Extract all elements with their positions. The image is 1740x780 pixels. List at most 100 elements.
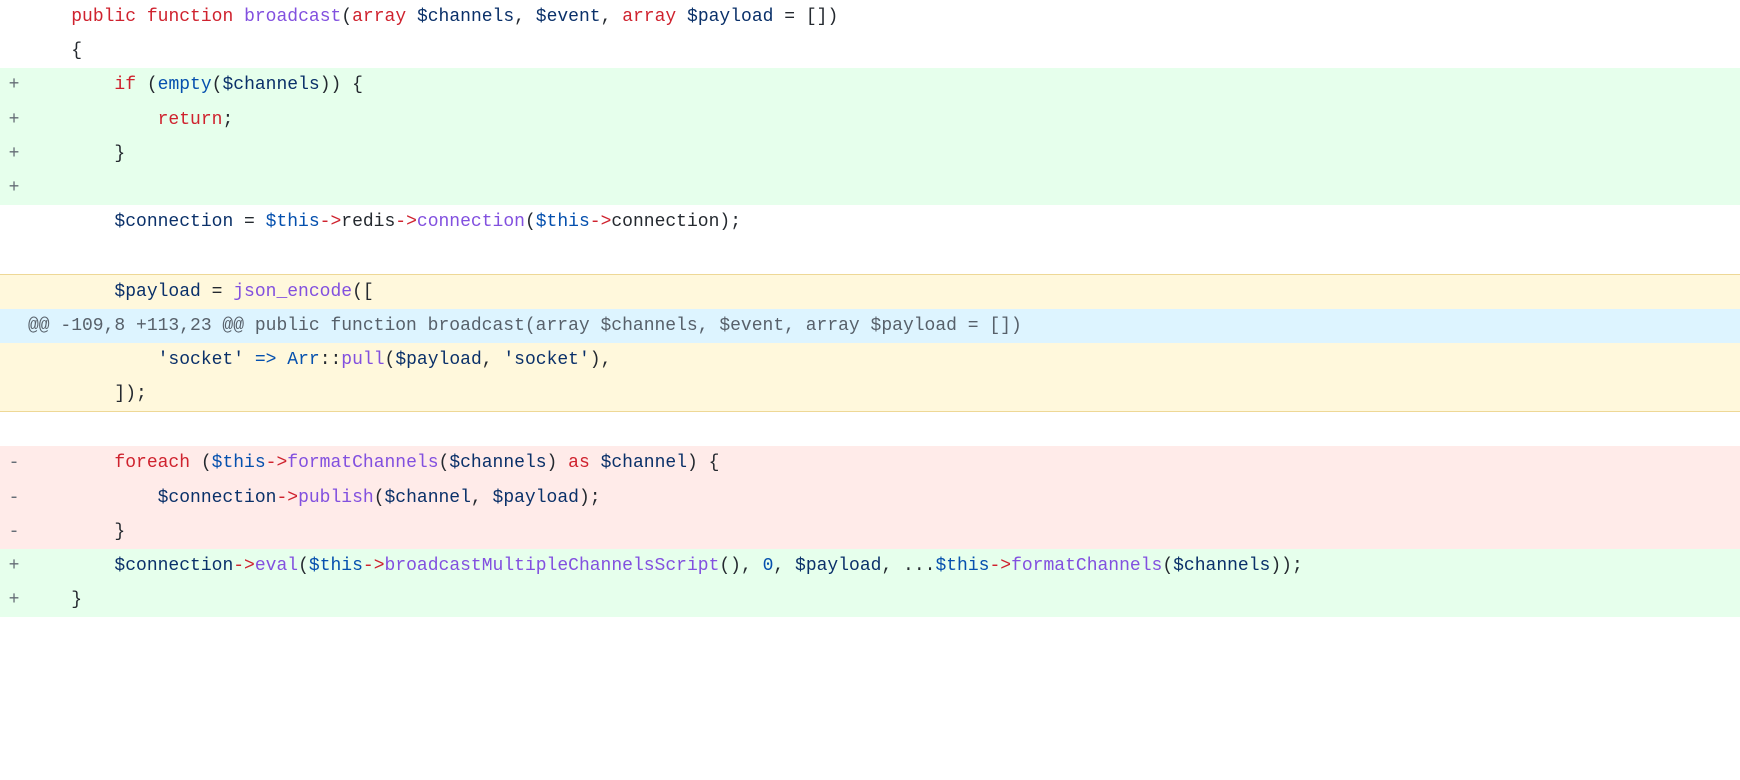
diff-marker: + [0, 171, 28, 205]
token: 'socket' [503, 350, 589, 370]
token: ([ [352, 282, 374, 302]
diff-code: return; [28, 103, 1740, 137]
diff-code: $payload = json_encode([ [28, 274, 1740, 309]
diff-code: } [28, 583, 1740, 617]
token: ); [719, 212, 741, 232]
token: broadcastMultipleChannelsScript [385, 556, 720, 576]
token: return [158, 110, 223, 130]
token: $payload [493, 488, 579, 508]
token: , [601, 7, 623, 27]
token: = [233, 212, 265, 232]
diff-line-blank [0, 239, 1740, 274]
token: -> [363, 556, 385, 576]
token: $channels [417, 7, 514, 27]
token: 'socket' [158, 350, 244, 370]
token: $channels [222, 75, 319, 95]
diff-line-deletion: - foreach ($this->formatChannels($channe… [0, 446, 1740, 480]
diff-marker [0, 239, 28, 274]
token: pull [341, 350, 384, 370]
token: -> [233, 556, 255, 576]
token [244, 350, 255, 370]
diff-code [28, 239, 1740, 274]
diff-code: $connection->publish($channel, $payload)… [28, 481, 1740, 515]
token: as [568, 453, 590, 473]
diff-line-addition: + } [0, 583, 1740, 617]
diff-line-deletion: - $connection->publish($channel, $payloa… [0, 481, 1740, 515]
token: ( [136, 75, 158, 95]
token: public [71, 7, 136, 27]
token: empty [158, 75, 212, 95]
token: $connection [114, 556, 233, 576]
token: formatChannels [287, 453, 438, 473]
token: , [471, 488, 493, 508]
diff-marker: + [0, 103, 28, 137]
diff-code: } [28, 137, 1740, 171]
token: -> [590, 212, 612, 232]
diff-marker: + [0, 549, 28, 583]
diff-marker: - [0, 446, 28, 480]
diff-code [28, 412, 1740, 447]
token: $connection [114, 212, 233, 232]
token: broadcast [244, 7, 341, 27]
token: $payload [687, 7, 773, 27]
diff-table: public function broadcast(array $channel… [0, 0, 1740, 617]
diff-line-expand: 'socket' => Arr::pull($payload, 'socket'… [0, 343, 1740, 377]
diff-line-addition: + [0, 171, 1740, 205]
token: ) { [687, 453, 719, 473]
token: , ... [881, 556, 935, 576]
token: => [255, 350, 277, 370]
indent [28, 384, 114, 404]
token: (), [719, 556, 762, 576]
token: $payload [395, 350, 481, 370]
token: ); [579, 488, 601, 508]
token: } [114, 144, 125, 164]
diff-marker: - [0, 515, 28, 549]
token: 0 [763, 556, 774, 576]
diff-line-deletion: - } [0, 515, 1740, 549]
token: = [] [773, 7, 827, 27]
token: )); [1270, 556, 1302, 576]
indent [28, 41, 71, 61]
token: -> [266, 453, 288, 473]
token: :: [320, 350, 342, 370]
diff-code: if (empty($channels)) { [28, 68, 1740, 102]
diff-code: @@ -109,8 +113,23 @@ public function bro… [28, 309, 1740, 343]
token: = [201, 282, 233, 302]
token: if [114, 75, 136, 95]
diff-line-context: $connection = $this->redis->connection($… [0, 205, 1740, 239]
diff-code: ]); [28, 377, 1740, 412]
token: $this [935, 556, 989, 576]
diff-line-addition: + } [0, 137, 1740, 171]
diff-body: public function broadcast(array $channel… [0, 0, 1740, 617]
diff-line-expand-top: $payload = json_encode([ [0, 274, 1740, 309]
indent [28, 350, 158, 370]
token [406, 7, 417, 27]
indent [28, 282, 114, 302]
token: -> [320, 212, 342, 232]
token: connection [611, 212, 719, 232]
token: ( [1162, 556, 1173, 576]
indent [28, 212, 114, 232]
token: json_encode [233, 282, 352, 302]
diff-marker [0, 274, 28, 309]
token: ), [590, 350, 612, 370]
token: ( [439, 453, 450, 473]
token: $connection [158, 488, 277, 508]
token [590, 453, 601, 473]
diff-line-blank [0, 412, 1740, 447]
diff-line-hunk: @@ -109,8 +113,23 @@ public function bro… [0, 309, 1740, 343]
token: formatChannels [1011, 556, 1162, 576]
token: array [622, 7, 676, 27]
diff-line-addition: + return; [0, 103, 1740, 137]
token: $this [212, 453, 266, 473]
token: ( [525, 212, 536, 232]
indent [28, 488, 158, 508]
indent [28, 556, 114, 576]
diff-marker: - [0, 481, 28, 515]
diff-code: $connection = $this->redis->connection($… [28, 205, 1740, 239]
token: publish [298, 488, 374, 508]
token: $channel [385, 488, 471, 508]
token: ]); [114, 384, 146, 404]
token: $payload [114, 282, 200, 302]
diff-line-context: public function broadcast(array $channel… [0, 0, 1740, 34]
